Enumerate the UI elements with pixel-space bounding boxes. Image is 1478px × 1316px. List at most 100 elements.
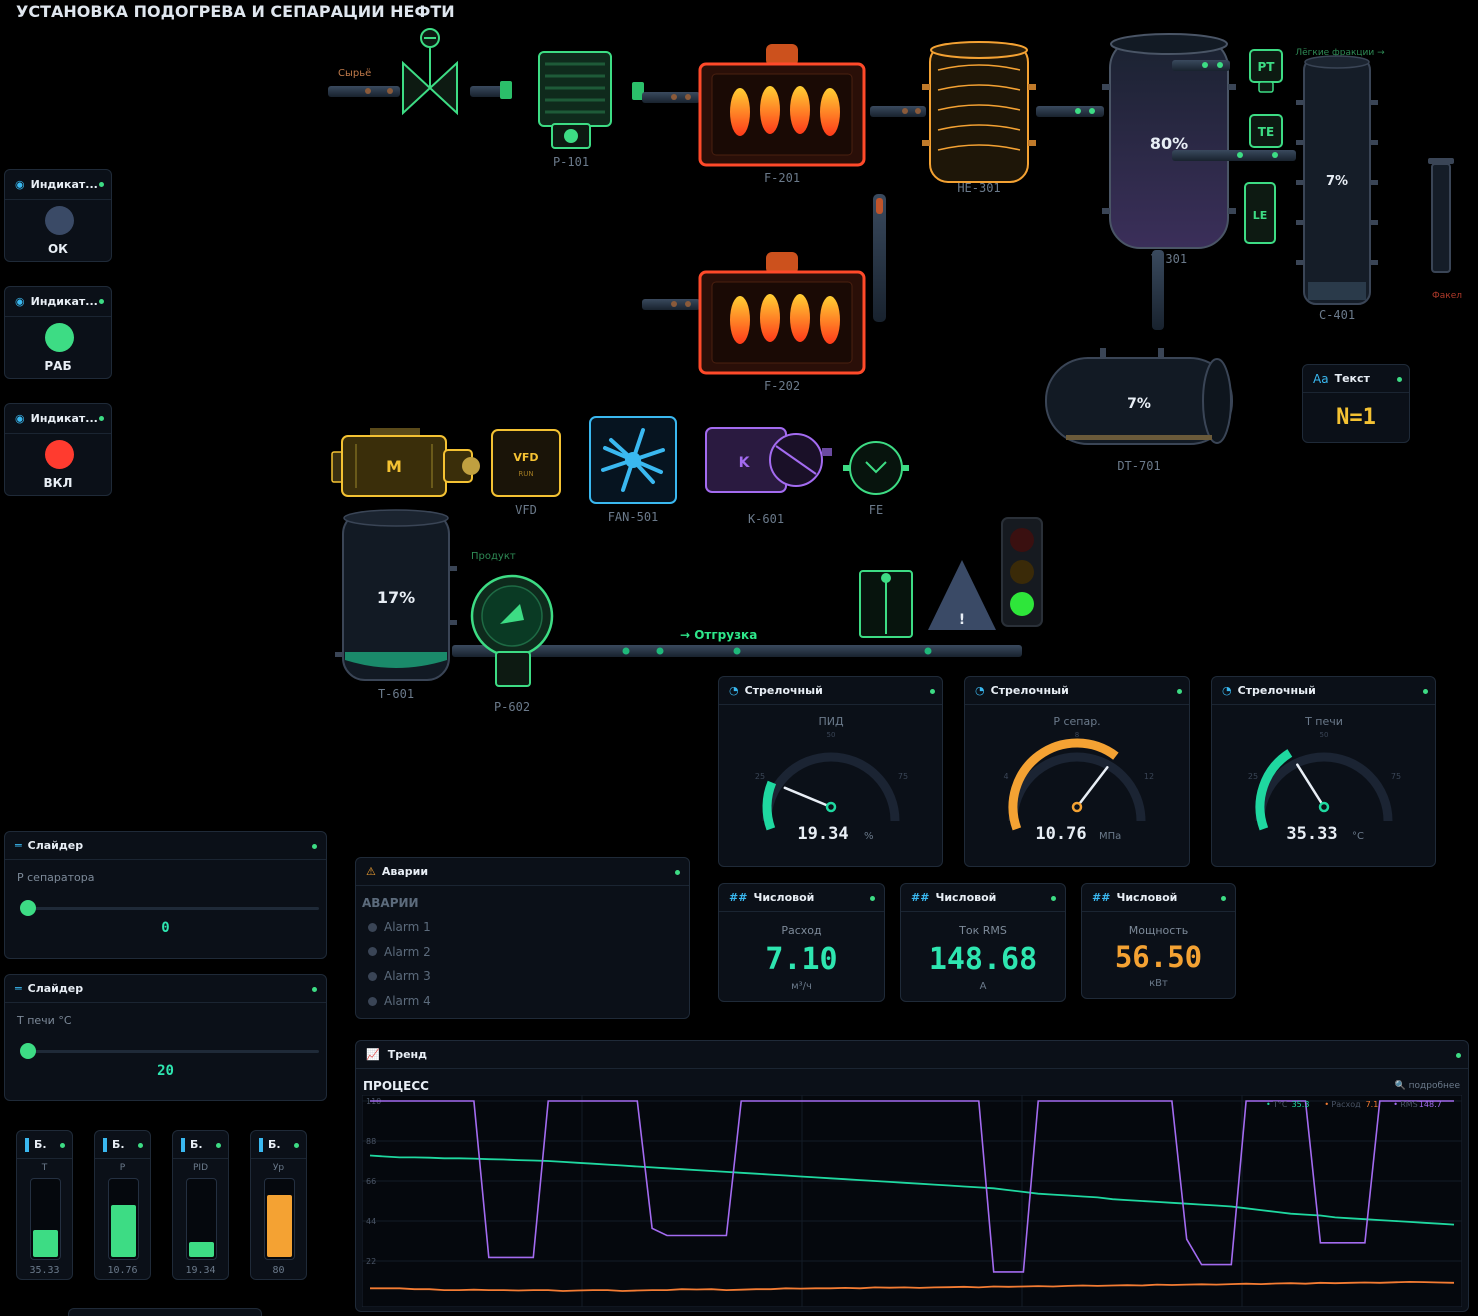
indicator-ok[interactable]: ◉ Индикат... ОК [4,169,112,262]
bar-widget-pid[interactable]: Б. PID 19.34 [172,1130,229,1280]
gauge-dial: P сепар. 8 4 12 10.76 МПа [1003,715,1154,844]
legend-name: T°C [1272,1100,1288,1109]
alarm-item[interactable]: Alarm 3 [368,964,668,989]
svg-text:МПа: МПа [1099,831,1121,842]
svg-text:RUN: RUN [518,470,533,478]
slider-furnace-temp[interactable]: ═ Слайдер T печи °C 20 [4,974,327,1101]
svg-text:K: K [739,455,751,471]
svg-text:25: 25 [1248,772,1258,781]
equipment-label: VFD [515,503,537,517]
tank-t601[interactable]: 17% [335,509,457,681]
alarms-panel[interactable]: ⚠ Аварии АВАРИИ Alarm 1 Alarm 2 Alarm 3 A… [355,857,690,1019]
gauge-dial: T печи 50 25 75 35.33 °C [1248,715,1401,844]
level-transmitter-le[interactable]: LE [1244,182,1276,244]
furnace-f201[interactable] [698,44,866,167]
temperature-transmitter-te[interactable]: TE [1249,114,1283,148]
svg-text:12: 12 [1144,772,1154,781]
slider-track[interactable] [27,1050,319,1053]
numeric-icon: ## [1092,891,1111,904]
heat-exchanger-he301[interactable] [922,41,1036,183]
equipment-label: T-601 [378,687,414,701]
svg-text:75: 75 [1391,772,1401,781]
warning-icon: ! [928,560,996,630]
process-schematic: Сырьё P-101 F-201 HE-301 80% V-301 PT TE… [328,28,1462,714]
drum-tank-dt701[interactable]: 7% [1045,348,1233,445]
alarm-status-dot [368,947,377,957]
text-value: N=1 [1336,405,1376,430]
product-label: Продукт [471,551,516,562]
alarm-status-dot [368,996,377,1006]
more-link[interactable]: 🔍 подробнее [1395,1081,1460,1091]
trend-panel[interactable]: 📈 Тренд ПРОЦЕСС 🔍 подробнее 110 88 66 44 22 •… [355,1040,1469,1312]
y-tick-label: 66 [366,1177,376,1186]
pump-p602[interactable] [470,574,554,687]
furnace-f202[interactable] [698,252,866,375]
slider-handle[interactable] [20,1043,36,1059]
pressure-transmitter-pt[interactable]: PT [1249,49,1283,93]
flow-element-fe[interactable] [843,441,909,495]
text-icon: Aa [1313,371,1329,386]
equipment-label: F-201 [764,171,800,185]
svg-text:50: 50 [827,731,836,739]
column-c401[interactable]: 7% [1296,55,1378,305]
indicator-run[interactable]: ◉ Индикат... РАБ [4,286,112,379]
numeric-value: 7.10 [765,942,838,977]
indicator-icon: ◉ [15,178,25,191]
bar-gauge [186,1178,217,1260]
bar-gauge [264,1178,295,1260]
numeric-power[interactable]: ## Числовой Мощность 56.50 кВт [1081,883,1236,999]
pump-p101[interactable] [538,51,612,149]
motor-m[interactable]: M [331,428,480,497]
gauge-pid[interactable]: ◔ Стрелочный ПИД 50 25 75 19.34 % [718,676,943,867]
trend-title: ПРОЦЕСС [363,1079,429,1093]
numeric-current[interactable]: ## Числовой Ток RMS 148.68 A [900,883,1066,1002]
svg-text:7%: 7% [1326,174,1348,189]
equipment-label: DT-701 [1117,459,1160,473]
bar-widget-level[interactable]: Б. Ур 80 [250,1130,307,1280]
slider-pressure[interactable]: ═ Слайдер P сепаратора 0 [4,831,327,959]
slider-icon: ═ [15,982,22,995]
vfd-drive[interactable]: VFD RUN [491,429,561,497]
svg-text:50: 50 [1320,731,1329,739]
text-widget[interactable]: Aa Текст N=1 [1302,364,1410,443]
alarm-item[interactable]: Alarm 1 [368,915,668,940]
traffic-light[interactable] [1001,517,1043,627]
legend-name: RMS [1400,1100,1418,1109]
slider-icon: ═ [15,839,22,852]
sampling-element[interactable] [859,570,913,638]
numeric-icon: ## [911,891,930,904]
alarm-item[interactable]: Alarm 4 [368,989,668,1014]
indicator-lamp [45,323,74,352]
bar-widget-p[interactable]: Б. P 10.76 [94,1130,151,1280]
legend-value: 35.3 [1292,1100,1310,1109]
equipment-label: P-101 [553,155,589,169]
flare-stack[interactable] [1428,158,1454,273]
equipment-label: K-601 [748,512,784,526]
legend-marker: • [1266,1100,1271,1109]
numeric-value: 56.50 [1114,940,1203,974]
gauge-temperature[interactable]: ◔ Стрелочный T печи 50 25 75 35.33 °C [1211,676,1436,867]
svg-text:%: % [864,831,874,842]
indicator-icon: ◉ [15,412,25,425]
numeric-flow[interactable]: ## Числовой Расход 7.10 м³/ч [718,883,885,1002]
svg-text:VFD: VFD [513,451,538,464]
equipment-label: HE-301 [957,181,1000,195]
fan-fan501[interactable] [589,416,677,504]
slider-handle[interactable] [20,900,36,916]
partial-panel [68,1308,262,1316]
warning-icon: ⚠ [366,865,376,878]
alarm-status-dot [368,971,377,981]
gauge-pressure[interactable]: ◔ Стрелочный P сепар. 8 4 12 10.76 МПа [964,676,1190,867]
svg-text:17%: 17% [377,588,415,607]
control-valve[interactable] [402,28,458,116]
compressor-k601[interactable]: K [705,427,832,493]
svg-text:LE: LE [1253,209,1268,222]
chart-icon: 📈 [366,1048,380,1061]
slider-track[interactable] [27,907,319,910]
gauge-value: 19.34 [797,824,848,844]
alarm-item[interactable]: Alarm 2 [368,940,668,965]
bar-widget-t[interactable]: Б. T 35.33 [16,1130,73,1280]
svg-text:4: 4 [1003,772,1008,781]
indicator-on[interactable]: ◉ Индикат... ВКЛ [4,403,112,496]
y-tick-label: 44 [366,1217,376,1226]
